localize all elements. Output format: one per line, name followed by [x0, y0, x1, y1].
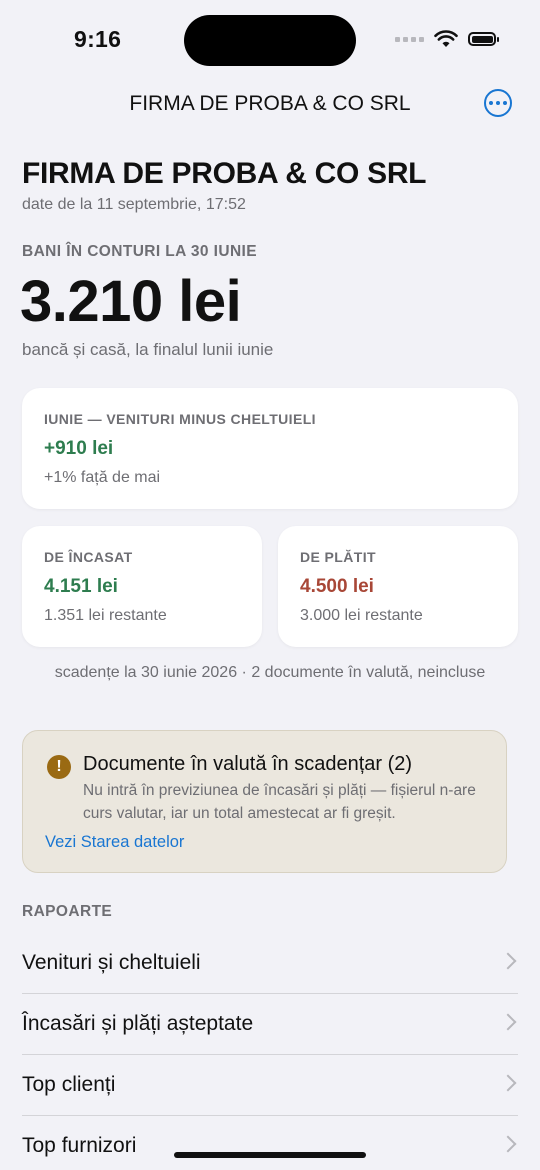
status-icons	[395, 30, 499, 48]
chevron-right-icon	[499, 1074, 517, 1092]
exclamation-icon: !	[47, 755, 71, 779]
receivable-overdue: 1.351 lei restante	[44, 607, 167, 624]
receivable-value: 4.151 lei	[44, 576, 118, 597]
balance-subtitle: bancă și casă, la finalul lunii iunie	[22, 340, 274, 359]
balance-caption: BANI ÎN CONTURI LA 30 IUNIE	[22, 243, 257, 260]
currency-warning-box: ! Documente în valută în scadențar (2) N…	[22, 730, 507, 873]
receivable-card[interactable]: DE ÎNCASAT 4.151 lei 1.351 lei restante	[22, 526, 262, 647]
chevron-right-icon	[499, 1135, 517, 1153]
status-time: 9:16	[74, 26, 122, 52]
chevron-right-icon	[499, 952, 517, 970]
payable-card[interactable]: DE PLĂTIT 4.500 lei 3.000 lei restante	[278, 526, 518, 647]
report-row-top-clients[interactable]: Top clienți	[22, 1055, 518, 1116]
receivable-caption: DE ÎNCASAT	[44, 549, 133, 565]
payable-caption: DE PLĂTIT	[300, 549, 376, 565]
data-status-link[interactable]: Vezi Starea datelor	[45, 833, 184, 852]
report-label: Venituri și cheltuieli	[22, 951, 201, 974]
report-label: Top clienți	[22, 1073, 116, 1096]
payable-overdue: 3.000 lei restante	[300, 607, 423, 624]
company-name: FIRMA DE PROBA & CO SRL	[22, 157, 427, 190]
wifi-icon	[434, 30, 458, 47]
dynamic-island	[184, 15, 356, 66]
more-options-button[interactable]	[484, 89, 512, 117]
payable-value: 4.500 lei	[300, 576, 374, 597]
warning-title: Documente în valută în scadențar (2)	[83, 753, 413, 775]
month-result-card[interactable]: IUNIE — VENITURI MINUS CHELTUIELI +910 l…	[22, 388, 518, 509]
reports-caption: RAPOARTE	[22, 903, 113, 920]
month-result-caption: IUNIE — VENITURI MINUS CHELTUIELI	[44, 411, 316, 427]
warning-text: Nu intră în previziunea de încasări și p…	[83, 782, 476, 822]
balance-amount: 3.210 lei	[20, 269, 242, 334]
data-date: date de la 11 septembrie, 17:52	[22, 196, 246, 213]
month-result-comparison: +1% față de mai	[44, 469, 161, 486]
report-row-top-suppliers[interactable]: Top furnizori	[22, 1116, 518, 1170]
report-label: Încasări și plăți așteptate	[22, 1012, 254, 1035]
report-row-expected-cashflow[interactable]: Încasări și plăți așteptate	[22, 994, 518, 1055]
forecast-note: scadențe la 30 iunie 2026 · 2 documente …	[54, 664, 486, 681]
cellular-signal-icon	[395, 36, 424, 42]
month-result-value: +910 lei	[44, 438, 114, 459]
nav-title: FIRMA DE PROBA & CO SRL	[129, 92, 411, 115]
report-row-income-expenses[interactable]: Venituri și cheltuieli	[22, 933, 518, 994]
chevron-right-icon	[499, 1013, 517, 1031]
home-indicator[interactable]	[174, 1152, 366, 1158]
battery-icon	[468, 32, 499, 46]
ellipsis-icon	[489, 101, 493, 105]
report-label: Top furnizori	[22, 1134, 137, 1157]
